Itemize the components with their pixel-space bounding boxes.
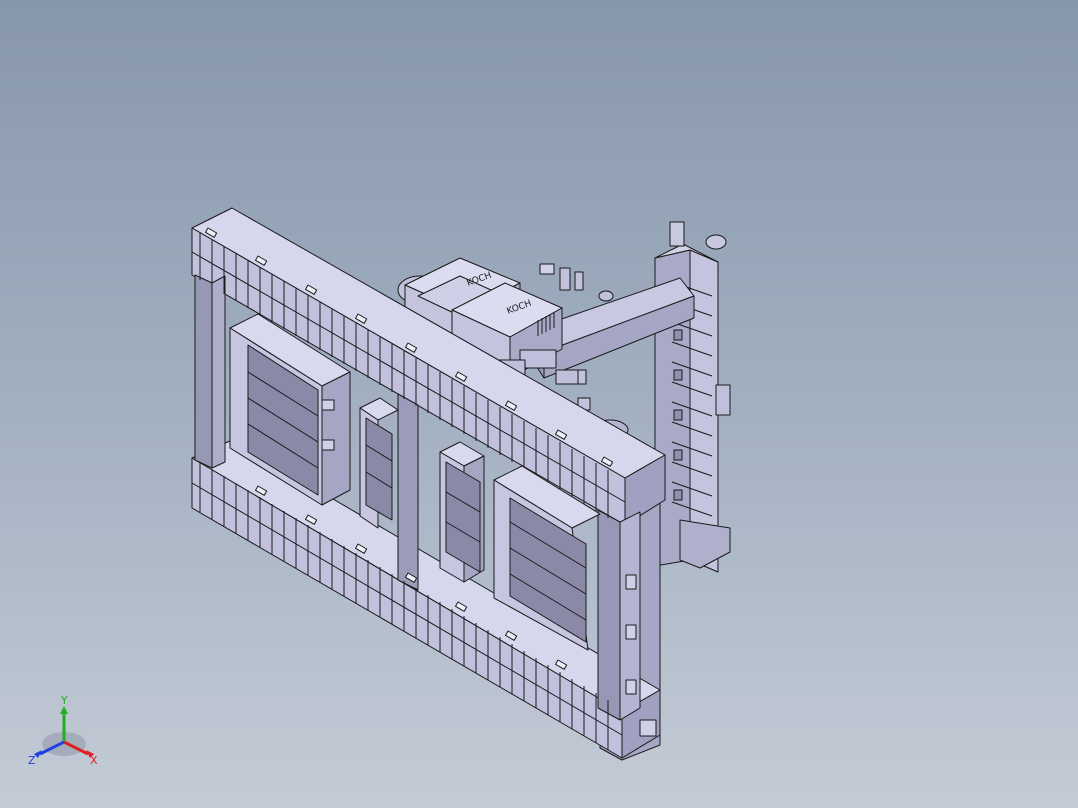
rear-column-assembly [654, 221, 731, 573]
shelf-box-center [439, 441, 485, 583]
shelf-box-center-left [359, 397, 399, 529]
triad-x-label: X [90, 754, 98, 767]
triad-y-label: Y [60, 694, 68, 707]
triad-z-label: Z [28, 754, 36, 767]
triad-y-arrow [60, 706, 68, 714]
3d-viewport[interactable]: KOCH KOCH Y X Z [0, 0, 1078, 808]
orientation-triad[interactable]: Y X Z [24, 692, 104, 772]
cad-model[interactable]: KOCH KOCH [0, 0, 1078, 808]
